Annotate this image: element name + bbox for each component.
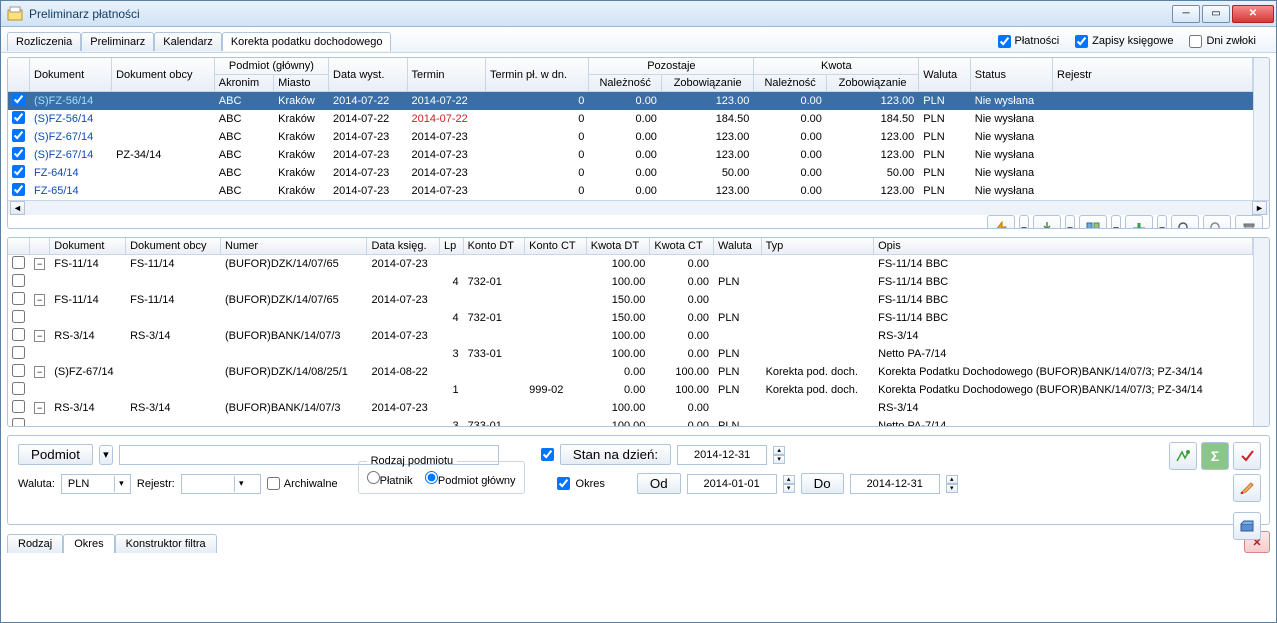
row-checkbox[interactable] — [12, 364, 25, 377]
row-checkbox[interactable] — [12, 129, 25, 142]
grid2-row[interactable]: − FS-11/14FS-11/14(BUFOR)DZK/14/07/65201… — [8, 291, 1253, 309]
app-icon — [7, 6, 23, 22]
calc-button[interactable] — [1169, 442, 1197, 470]
grid2-header: DokumentDokument obcyNumerData księg.LpK… — [8, 238, 1253, 255]
grid1-vscroll[interactable] — [1253, 58, 1269, 200]
grid1-row[interactable]: FZ-64/14ABCKraków 2014-07-232014-07-230 … — [8, 164, 1253, 182]
zapisy-checkbox[interactable]: Zapisy księgowe — [1075, 35, 1173, 48]
grid2-row[interactable]: 3733-01 100.000.00PLNNetto PA-7/14 — [8, 417, 1253, 427]
waluta-label: Waluta: — [18, 478, 55, 490]
podmiot-glowny-radio[interactable]: Podmiot główny — [425, 475, 516, 487]
window: Preliminarz płatności ─ ▭ ✕ RozliczeniaP… — [0, 0, 1277, 623]
do-date[interactable] — [850, 474, 940, 494]
stan-checkbox[interactable] — [541, 448, 554, 461]
row-checkbox[interactable] — [12, 256, 25, 269]
grid1-header: Dokument Dokument obcy Podmiot (główny) … — [8, 58, 1253, 92]
od-date-spinner[interactable]: ▴▾ — [783, 475, 795, 493]
top-tab-bar: RozliczeniaPreliminarzKalendarzKorekta p… — [1, 27, 1276, 53]
row-checkbox[interactable] — [12, 147, 25, 160]
platnosci-checkbox[interactable]: Płatności — [998, 35, 1060, 48]
row-checkbox[interactable] — [12, 418, 25, 427]
lightning-dropdown[interactable]: ▾ — [1019, 215, 1029, 229]
podmiot-dropdown[interactable]: ▾ — [99, 445, 113, 465]
okres-label: Okres — [576, 478, 605, 490]
do-date-spinner[interactable]: ▴▾ — [946, 475, 958, 493]
grid1-toolbar: ▾ ▾ ▾ ▾ — [8, 215, 1269, 229]
grid1-row[interactable]: (S)FZ-67/14PZ-34/14ABCKraków 2014-07-232… — [8, 146, 1253, 164]
row-checkbox[interactable] — [12, 274, 25, 287]
search-button[interactable] — [1171, 215, 1199, 229]
podmiot-button[interactable]: Podmiot — [18, 444, 93, 465]
container-button[interactable] — [1233, 512, 1261, 540]
archiwalne-checkbox[interactable]: Archiwalne — [267, 477, 338, 490]
top-tab-2[interactable]: Kalendarz — [154, 32, 222, 51]
grid2-row[interactable]: 4732-01 100.000.00PLNFS-11/14 BBC — [8, 273, 1253, 291]
titlebar: Preliminarz płatności ─ ▭ ✕ — [1, 1, 1276, 27]
row-checkbox[interactable] — [12, 93, 25, 106]
od-button[interactable]: Od — [637, 473, 681, 494]
grid1-hscroll[interactable]: ◄► — [8, 200, 1269, 215]
rejestr-combo[interactable]: ▾ — [181, 474, 261, 494]
row-checkbox[interactable] — [12, 183, 25, 196]
rodzaj-podmiotu-group: Rodzaj podmiotu Płatnik Podmiot główny — [358, 455, 525, 494]
bottom-tab-0[interactable]: Rodzaj — [7, 534, 63, 553]
grid2-row[interactable]: − FS-11/14FS-11/14(BUFOR)DZK/14/07/65201… — [8, 255, 1253, 274]
row-checkbox[interactable] — [12, 310, 25, 323]
grid2-row[interactable]: 1999-02 0.00100.00PLNKorekta pod. doch.K… — [8, 381, 1253, 399]
lightning-button[interactable] — [987, 215, 1015, 229]
entries-grid-panel: DokumentDokument obcyNumerData księg.LpK… — [7, 237, 1270, 427]
grid1-row[interactable]: (S)FZ-67/14ABCKraków 2014-07-232014-07-2… — [8, 128, 1253, 146]
minimize-button[interactable]: ─ — [1172, 5, 1200, 23]
row-checkbox[interactable] — [12, 111, 25, 124]
bottom-tab-2[interactable]: Konstruktor filtra — [115, 534, 217, 553]
stan-date[interactable] — [677, 445, 767, 465]
apply-button[interactable] — [1233, 442, 1261, 470]
do-button[interactable]: Do — [801, 473, 844, 494]
grid2-row[interactable]: 3733-01 100.000.00PLNNetto PA-7/14 — [8, 345, 1253, 363]
od-date[interactable] — [687, 474, 777, 494]
row-checkbox[interactable] — [12, 165, 25, 178]
add-dropdown[interactable]: ▾ — [1157, 215, 1167, 229]
filter-panel: Podmiot ▾ Stan na dzień: ▴▾ Waluta: PLN▾… — [7, 435, 1270, 525]
row-checkbox[interactable] — [12, 328, 25, 341]
maximize-button[interactable]: ▭ — [1202, 5, 1230, 23]
sum-button[interactable]: Σ — [1201, 442, 1229, 470]
grid2-vscroll[interactable] — [1253, 238, 1269, 427]
export-button[interactable] — [1033, 215, 1061, 229]
bottom-tab-bar: RodzajOkresKonstruktor filtra✕ — [1, 529, 1276, 553]
row-checkbox[interactable] — [12, 346, 25, 359]
top-tab-3[interactable]: Korekta podatku dochodowego — [222, 32, 392, 51]
refresh-dropdown[interactable]: ▾ — [1111, 215, 1121, 229]
grid2-row[interactable]: − RS-3/14RS-3/14(BUFOR)BANK/14/07/32014-… — [8, 327, 1253, 345]
grid2-row[interactable]: − (S)FZ-67/14(BUFOR)DZK/14/08/25/12014-0… — [8, 363, 1253, 381]
grid1-row[interactable]: (S)FZ-56/14ABCKraków 2014-07-222014-07-2… — [8, 92, 1253, 111]
payments-grid-panel: Dokument Dokument obcy Podmiot (główny) … — [7, 57, 1270, 229]
grid1-row[interactable]: FZ-65/14ABCKraków 2014-07-232014-07-230 … — [8, 182, 1253, 200]
okres-checkbox[interactable] — [557, 477, 570, 490]
window-title: Preliminarz płatności — [29, 7, 1172, 21]
top-tab-1[interactable]: Preliminarz — [81, 32, 154, 51]
search2-button[interactable] — [1203, 215, 1231, 229]
grid2-row[interactable]: 4732-01 150.000.00PLNFS-11/14 BBC — [8, 309, 1253, 327]
top-tab-0[interactable]: Rozliczenia — [7, 32, 81, 51]
bottom-tab-1[interactable]: Okres — [63, 534, 114, 553]
refresh-button[interactable] — [1079, 215, 1107, 229]
stan-date-spinner[interactable]: ▴▾ — [773, 446, 785, 464]
stan-button[interactable]: Stan na dzień: — [560, 444, 671, 465]
export-dropdown[interactable]: ▾ — [1065, 215, 1075, 229]
platnik-radio[interactable]: Płatnik — [367, 475, 413, 487]
dni-zwloki-checkbox[interactable]: Dni zwłoki — [1189, 35, 1256, 48]
row-checkbox[interactable] — [12, 400, 25, 413]
grid1-row[interactable]: (S)FZ-56/14ABCKraków 2014-07-222014-07-2… — [8, 110, 1253, 128]
close-button[interactable]: ✕ — [1232, 5, 1274, 23]
waluta-combo[interactable]: PLN▾ — [61, 474, 131, 494]
delete-button[interactable] — [1235, 215, 1263, 229]
row-checkbox[interactable] — [12, 382, 25, 395]
rejestr-label: Rejestr: — [137, 478, 175, 490]
row-checkbox[interactable] — [12, 292, 25, 305]
edit-button[interactable] — [1233, 474, 1261, 502]
add-button[interactable] — [1125, 215, 1153, 229]
grid2-row[interactable]: − RS-3/14RS-3/14(BUFOR)BANK/14/07/32014-… — [8, 399, 1253, 417]
